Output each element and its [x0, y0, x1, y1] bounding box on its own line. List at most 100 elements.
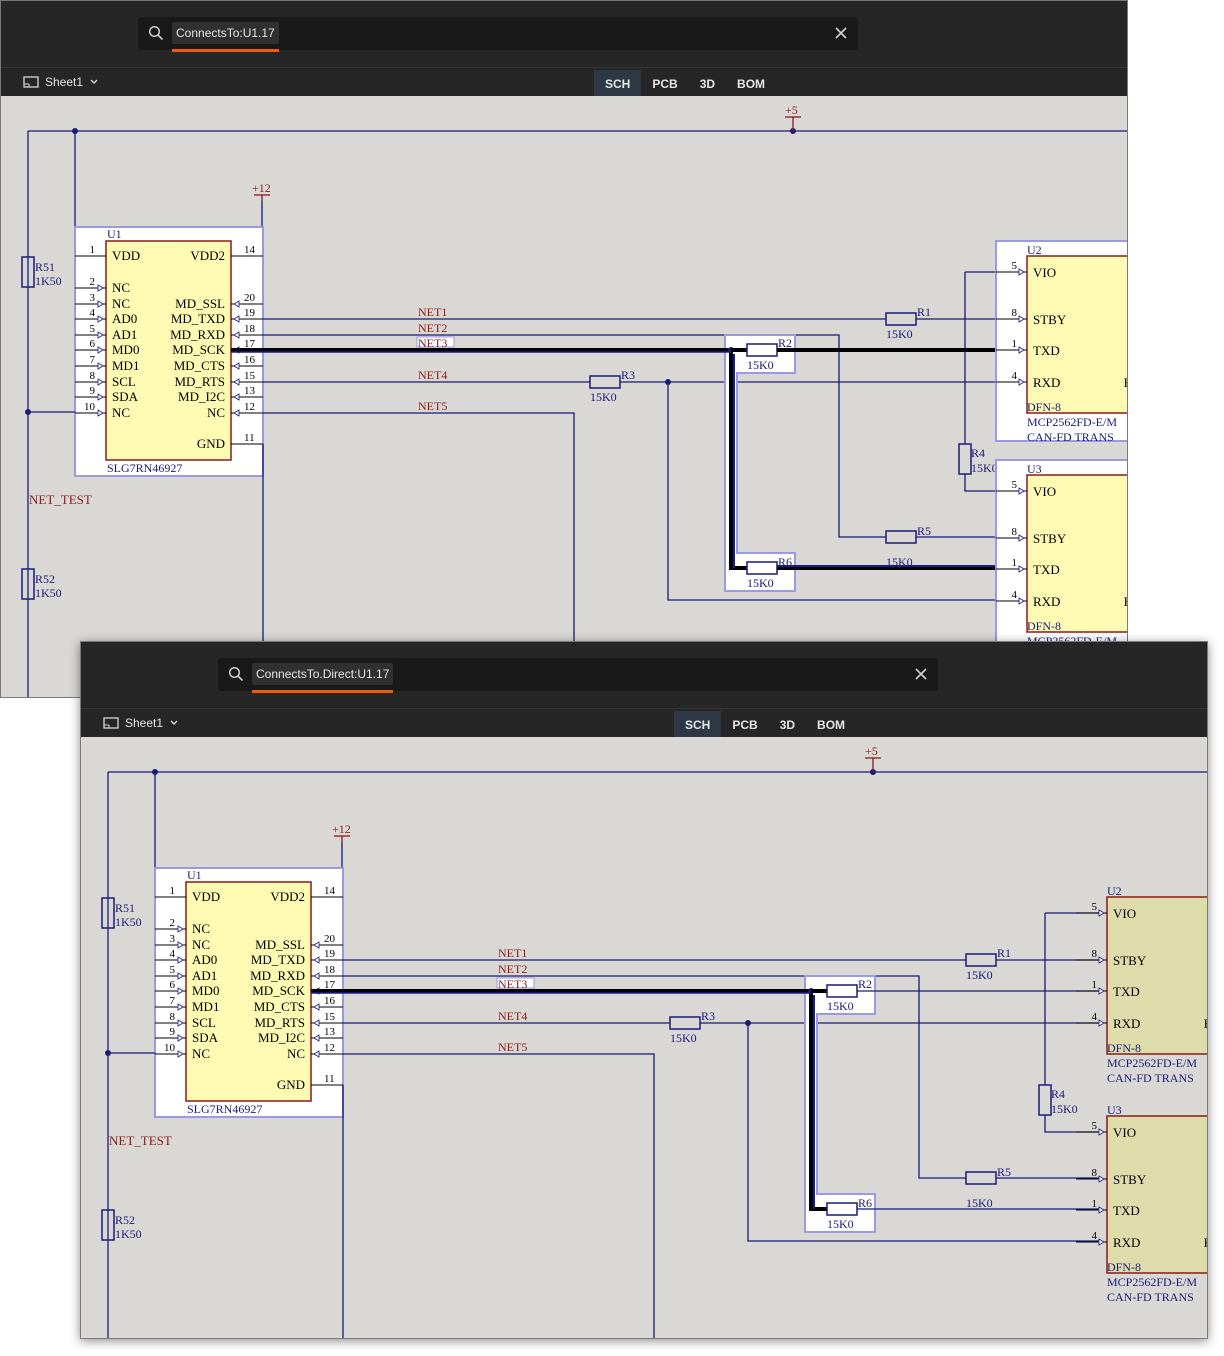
u1-pin-number: 3 [170, 933, 176, 945]
u1-pin-number: 2 [170, 917, 176, 929]
pin-arrow [1098, 987, 1105, 995]
chevron-down-icon [170, 720, 178, 725]
tab-sch[interactable]: SCH [594, 70, 642, 96]
net-label-net-test: NET_TEST [109, 1133, 172, 1148]
wire-net5 [343, 1053, 655, 1338]
u1-pin-number: 18 [324, 964, 336, 976]
editor-window-connects-to-direct: ConnectsTo.Direct:U1.17 Sheet1 SCH PCB 3… [80, 641, 1208, 1339]
u1-pin-name: NC [112, 405, 130, 420]
tab-3d[interactable]: 3D [769, 711, 806, 737]
resistor-R5 [965, 1171, 997, 1185]
u3-pin-number: 8 [1012, 526, 1018, 538]
u1-pin-number: 16 [324, 995, 336, 1007]
net-label-net1: NET1 [418, 305, 447, 319]
net-label-net4: NET4 [498, 1009, 527, 1023]
u1-pin-name: VDD [192, 889, 220, 904]
u3-ref: U3 [1107, 1103, 1122, 1117]
query-underline [252, 690, 394, 693]
u1-pin-number: 14 [244, 244, 256, 256]
u1-pin-name: GND [197, 436, 225, 451]
power-label-5v: +5 [785, 103, 798, 117]
u3-pin-name: EPA [1124, 594, 1127, 609]
resistor-ref-r51: R51 [115, 901, 135, 915]
search-query[interactable]: ConnectsTo:U1.17 [172, 22, 279, 52]
u1-pin-name: MD_TXD [171, 311, 225, 326]
u2-pin-number: 4 [1012, 370, 1018, 382]
u1-ref: U1 [107, 227, 122, 241]
u1-pin-number: 20 [324, 933, 336, 945]
u1-pin-number: 2 [90, 276, 96, 288]
u1-pin-number: 19 [324, 948, 336, 960]
u2-pin-number: 8 [1092, 948, 1098, 960]
view-tabs: SCH PCB 3D BOM [594, 70, 776, 96]
junction-dot [72, 128, 78, 134]
u1-pin-number: 20 [244, 292, 256, 304]
resistor-value-r2: 15K0 [827, 999, 854, 1013]
sheet-selector[interactable]: Sheet1 [103, 715, 179, 731]
resistor-R3 [669, 1016, 701, 1030]
tab-pcb[interactable]: PCB [641, 70, 688, 96]
u1-pin-number: 10 [84, 401, 96, 413]
tab-sch[interactable]: SCH [674, 711, 722, 737]
u1-part: SLG7RN46927 [187, 1102, 262, 1116]
u1-pin-name: MD_SCK [252, 983, 305, 998]
u1-ref: U1 [187, 868, 202, 882]
u1-pin-name: MD_SSL [255, 937, 305, 952]
resistor-ref-r1: R1 [917, 305, 931, 319]
tab-3d[interactable]: 3D [689, 70, 726, 96]
close-icon[interactable] [914, 667, 928, 681]
net3-highlight-frame [724, 334, 796, 592]
u3-pin-name: RXD [1113, 1235, 1140, 1250]
tab-bom[interactable]: BOM [806, 711, 856, 737]
search-query[interactable]: ConnectsTo.Direct:U1.17 [252, 663, 394, 693]
resistor-value-r2: 15K0 [747, 358, 774, 372]
u2-pin-name: VIO [1113, 906, 1136, 921]
sheet-icon [23, 76, 39, 88]
u2-pin-name: VIO [1033, 265, 1056, 280]
u3-pin-number: 4 [1092, 1230, 1098, 1242]
u2-pin-name: TXD [1113, 984, 1140, 999]
schematic-canvas[interactable]: +5+12R511K50R521K50NET_TESTU1SLG7RN46927… [81, 736, 1207, 1338]
u1-pin-number: 9 [90, 385, 96, 397]
u2-package: DFN-8 [1027, 400, 1061, 414]
net-label-net3: NET3 [498, 977, 527, 991]
power-label-12v: +12 [332, 822, 351, 836]
tab-pcb[interactable]: PCB [721, 711, 768, 737]
u1-pin-number: 9 [170, 1026, 176, 1038]
search-input[interactable]: ConnectsTo.Direct:U1.17 [218, 658, 938, 693]
u2-ref: U2 [1107, 884, 1122, 898]
resistor-value-r52: 1K50 [35, 586, 62, 600]
u2-desc: CAN-FD TRANS [1027, 430, 1114, 444]
u1-pin-number: 16 [244, 354, 256, 366]
u1-pin-name: VDD [112, 248, 140, 263]
u2-pin-number: 5 [1092, 901, 1098, 913]
u1-pin-name: MD_I2C [178, 389, 225, 404]
u1-pin-number: 12 [244, 401, 255, 413]
resistor-ref-r4: R4 [1051, 1087, 1065, 1101]
u1-part: SLG7RN46927 [107, 461, 182, 475]
net-label-net5: NET5 [418, 399, 447, 413]
u1-pin-number: 12 [324, 1042, 335, 1054]
u1-pin-name: MD_CTS [174, 358, 225, 373]
u2-pin-name: EPA [1124, 375, 1127, 390]
tab-bom[interactable]: BOM [726, 70, 776, 96]
resistor-ref-r1: R1 [997, 946, 1011, 960]
u2-pin-number: 5 [1012, 260, 1018, 272]
u1-pin-name: SDA [192, 1030, 219, 1045]
u2-pin-name: EPA [1204, 1016, 1207, 1031]
search-bar: ConnectsTo.Direct:U1.17 [81, 642, 1207, 708]
u1-pin-number: 7 [170, 995, 176, 1007]
sheet-selector[interactable]: Sheet1 [23, 74, 99, 90]
search-input[interactable]: ConnectsTo:U1.17 [138, 17, 858, 52]
pin-arrow [1098, 956, 1105, 964]
schematic-canvas[interactable]: +5+12R511K50R521K50NET_TESTU1SLG7RN46927… [1, 95, 1127, 697]
resistor-R4 [1038, 1084, 1052, 1116]
u1-pin-number: 4 [90, 307, 96, 319]
u1-pin-number: 13 [324, 1026, 336, 1038]
u3-pin-number: 8 [1092, 1167, 1098, 1179]
resistor-value-r3: 15K0 [670, 1031, 697, 1045]
u2-package: DFN-8 [1107, 1041, 1141, 1055]
close-icon[interactable] [834, 26, 848, 40]
resistor-R4 [958, 443, 972, 475]
u1-pin-name: MD_I2C [258, 1030, 305, 1045]
